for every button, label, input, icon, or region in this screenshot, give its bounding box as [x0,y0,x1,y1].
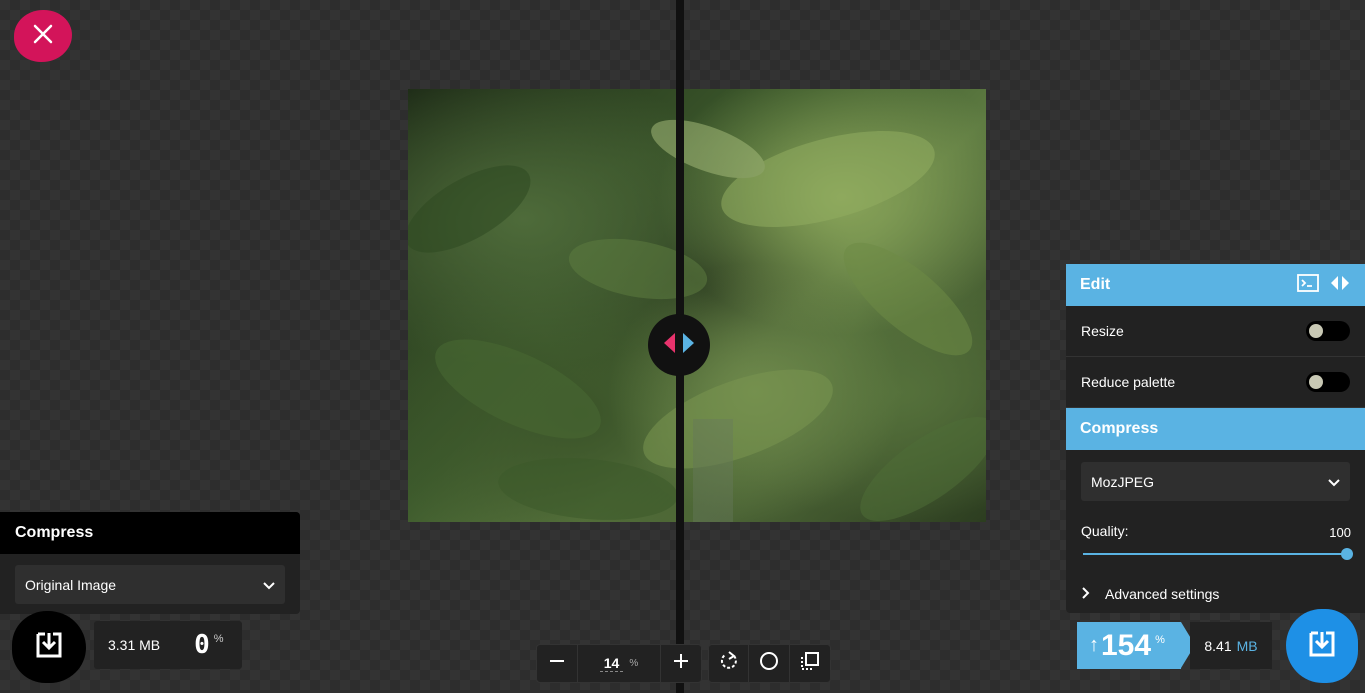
zoom-input[interactable]: 14 % [577,644,661,683]
view-tools [708,644,831,683]
compress-header-title: Compress [1080,420,1159,437]
size-change-percent: 154 [1101,628,1152,662]
size-change-unit: % [1155,634,1165,646]
right-method-value: MozJPEG [1091,473,1155,490]
chevron-down-icon [1328,474,1340,490]
crop-button[interactable] [790,645,830,683]
quality-slider-track[interactable] [1083,553,1347,555]
result-size-number: 8.41 [1204,637,1232,654]
left-size-info: 3.31 MB 0 % [94,621,242,669]
left-panel-header: Compress [0,512,300,554]
rotate-icon [719,651,739,676]
result-size-unit: MB [1236,637,1258,654]
reduce-palette-label: Reduce palette [1081,374,1176,390]
close-icon [32,23,54,50]
left-size: 3.31 MB [108,637,161,653]
crop-icon [800,651,820,676]
split-arrows-icon [661,331,697,360]
preview-image [408,89,986,522]
size-change-arrow: ↑ [1089,634,1099,656]
background-toggle-icon [759,651,779,676]
left-method-value: Original Image [25,576,117,593]
download-icon [1308,630,1336,663]
resize-toggle[interactable] [1306,321,1350,341]
advanced-settings-label: Advanced settings [1105,586,1220,602]
zoom-value: 14 [599,655,624,672]
quality-value: 100 [1329,525,1351,540]
left-percent: 0 [194,630,210,660]
terminal-icon[interactable] [1297,273,1319,297]
zoom-controls: 14 % [536,644,702,683]
chevron-down-icon [263,577,275,593]
quality-label: Quality: [1081,523,1129,539]
plus-icon [673,653,689,674]
right-method-select[interactable]: MozJPEG [1081,462,1350,501]
minus-icon [549,653,565,674]
advanced-settings-toggle[interactable]: Advanced settings [1081,586,1219,602]
compare-slider-handle[interactable] [648,314,710,376]
result-size-info: 8.41 MB [1190,622,1272,669]
chevron-right-icon [1081,586,1091,602]
edit-header-title: Edit [1080,276,1111,293]
resize-label: Resize [1081,323,1124,339]
left-percent-unit: % [213,633,224,645]
zoom-unit: % [629,658,639,669]
download-original-button[interactable] [12,611,86,683]
background-toggle-button[interactable] [749,644,790,683]
left-method-select[interactable]: Original Image [15,565,285,604]
quality-slider-thumb[interactable] [1341,548,1353,560]
reduce-palette-toggle[interactable] [1306,372,1350,392]
left-options-panel: Compress Original Image [0,512,300,614]
edit-section-header: Edit [1066,264,1365,306]
size-change-badge: ↑ 154 % [1077,622,1181,669]
download-result-button[interactable] [1286,609,1358,683]
compress-section-header: Compress [1066,408,1365,450]
close-button[interactable] [14,10,72,62]
right-options-panel: Edit Resize Reduce palette Compress MozJ… [1066,264,1365,613]
resize-row: Resize [1066,306,1365,357]
split-view-icon[interactable] [1329,274,1351,297]
zoom-out-button[interactable] [537,645,577,683]
zoom-in-button[interactable] [661,645,701,683]
rotate-button[interactable] [709,644,750,683]
reduce-palette-row: Reduce palette [1066,357,1365,408]
download-icon [35,631,63,664]
